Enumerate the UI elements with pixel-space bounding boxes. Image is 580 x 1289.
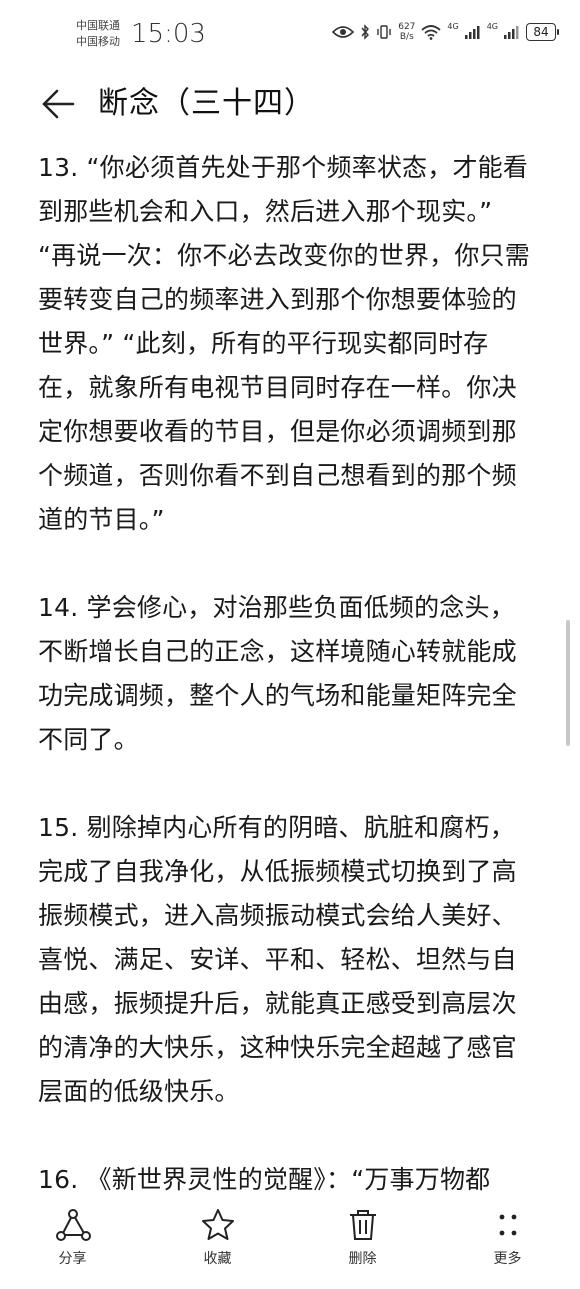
delete-label: 删除 <box>348 1251 377 1267</box>
carrier-2: 中国移动 <box>76 35 120 48</box>
eye-icon <box>332 25 355 39</box>
page-title: 断念（三十四） <box>98 86 315 121</box>
share-button[interactable]: 分享 <box>0 1198 145 1289</box>
scrollbar[interactable] <box>566 620 570 746</box>
signal-icon <box>464 25 481 39</box>
carrier-info: 中国联通 中国移动 <box>76 18 120 50</box>
title-bar: 断念（三十四） <box>0 78 580 134</box>
signal-icon <box>504 25 520 39</box>
bottom-toolbar: 分享 收藏 删除 更多 <box>0 1198 580 1289</box>
more-label: 更多 <box>493 1251 522 1267</box>
more-button[interactable]: 更多 <box>435 1198 580 1289</box>
network-type-1: 4G <box>447 21 459 31</box>
carrier-1: 中国联通 <box>76 19 120 32</box>
network-speed: 627 B/s <box>398 22 415 42</box>
system-icons: 627 B/s 4G 4G 84 <box>332 21 559 42</box>
clock: 15:03 <box>131 19 206 49</box>
paragraph-15: 15. 剔除掉内心所有的阴暗、肮脏和腐朽，完成了自我净化，从低振频模式切换到了高… <box>38 813 517 1106</box>
favorite-button[interactable]: 收藏 <box>145 1198 290 1289</box>
delete-button[interactable]: 删除 <box>290 1198 435 1289</box>
paragraph-13: 13. “你必须首先处于那个频率状态，才能看到那些机会和入口，然后进入那个现实。… <box>38 153 530 534</box>
share-label: 分享 <box>58 1251 87 1267</box>
more-dots-icon <box>489 1208 527 1242</box>
speed-unit: B/s <box>399 32 414 42</box>
share-icon <box>54 1208 92 1242</box>
paragraph-14: 14. 学会修心，对治那些负面低频的念头，不断增长自己的正念，这样境随心转就能成… <box>38 593 517 754</box>
favorite-label: 收藏 <box>203 1251 232 1267</box>
bluetooth-icon <box>360 24 370 40</box>
status-bar: 中国联通 中国移动 15:03 627 B/s 4G 4G 84 <box>0 0 580 64</box>
wifi-icon <box>421 24 442 40</box>
paragraph-16: 16. 《新世界灵性的觉醒》：“万事万物都 <box>38 1165 491 1194</box>
trash-icon <box>344 1208 382 1242</box>
speed-value: 627 <box>398 22 416 32</box>
network-type-2: 4G <box>486 21 498 31</box>
battery-icon: 84 <box>526 23 559 41</box>
back-arrow-icon[interactable] <box>40 86 76 126</box>
battery-level: 84 <box>533 25 549 39</box>
vibrate-icon <box>376 24 392 40</box>
article-body: 13. “你必须首先处于那个频率状态，才能看到那些机会和入口，然后进入那个现实。… <box>38 146 538 1246</box>
star-icon <box>199 1208 237 1242</box>
